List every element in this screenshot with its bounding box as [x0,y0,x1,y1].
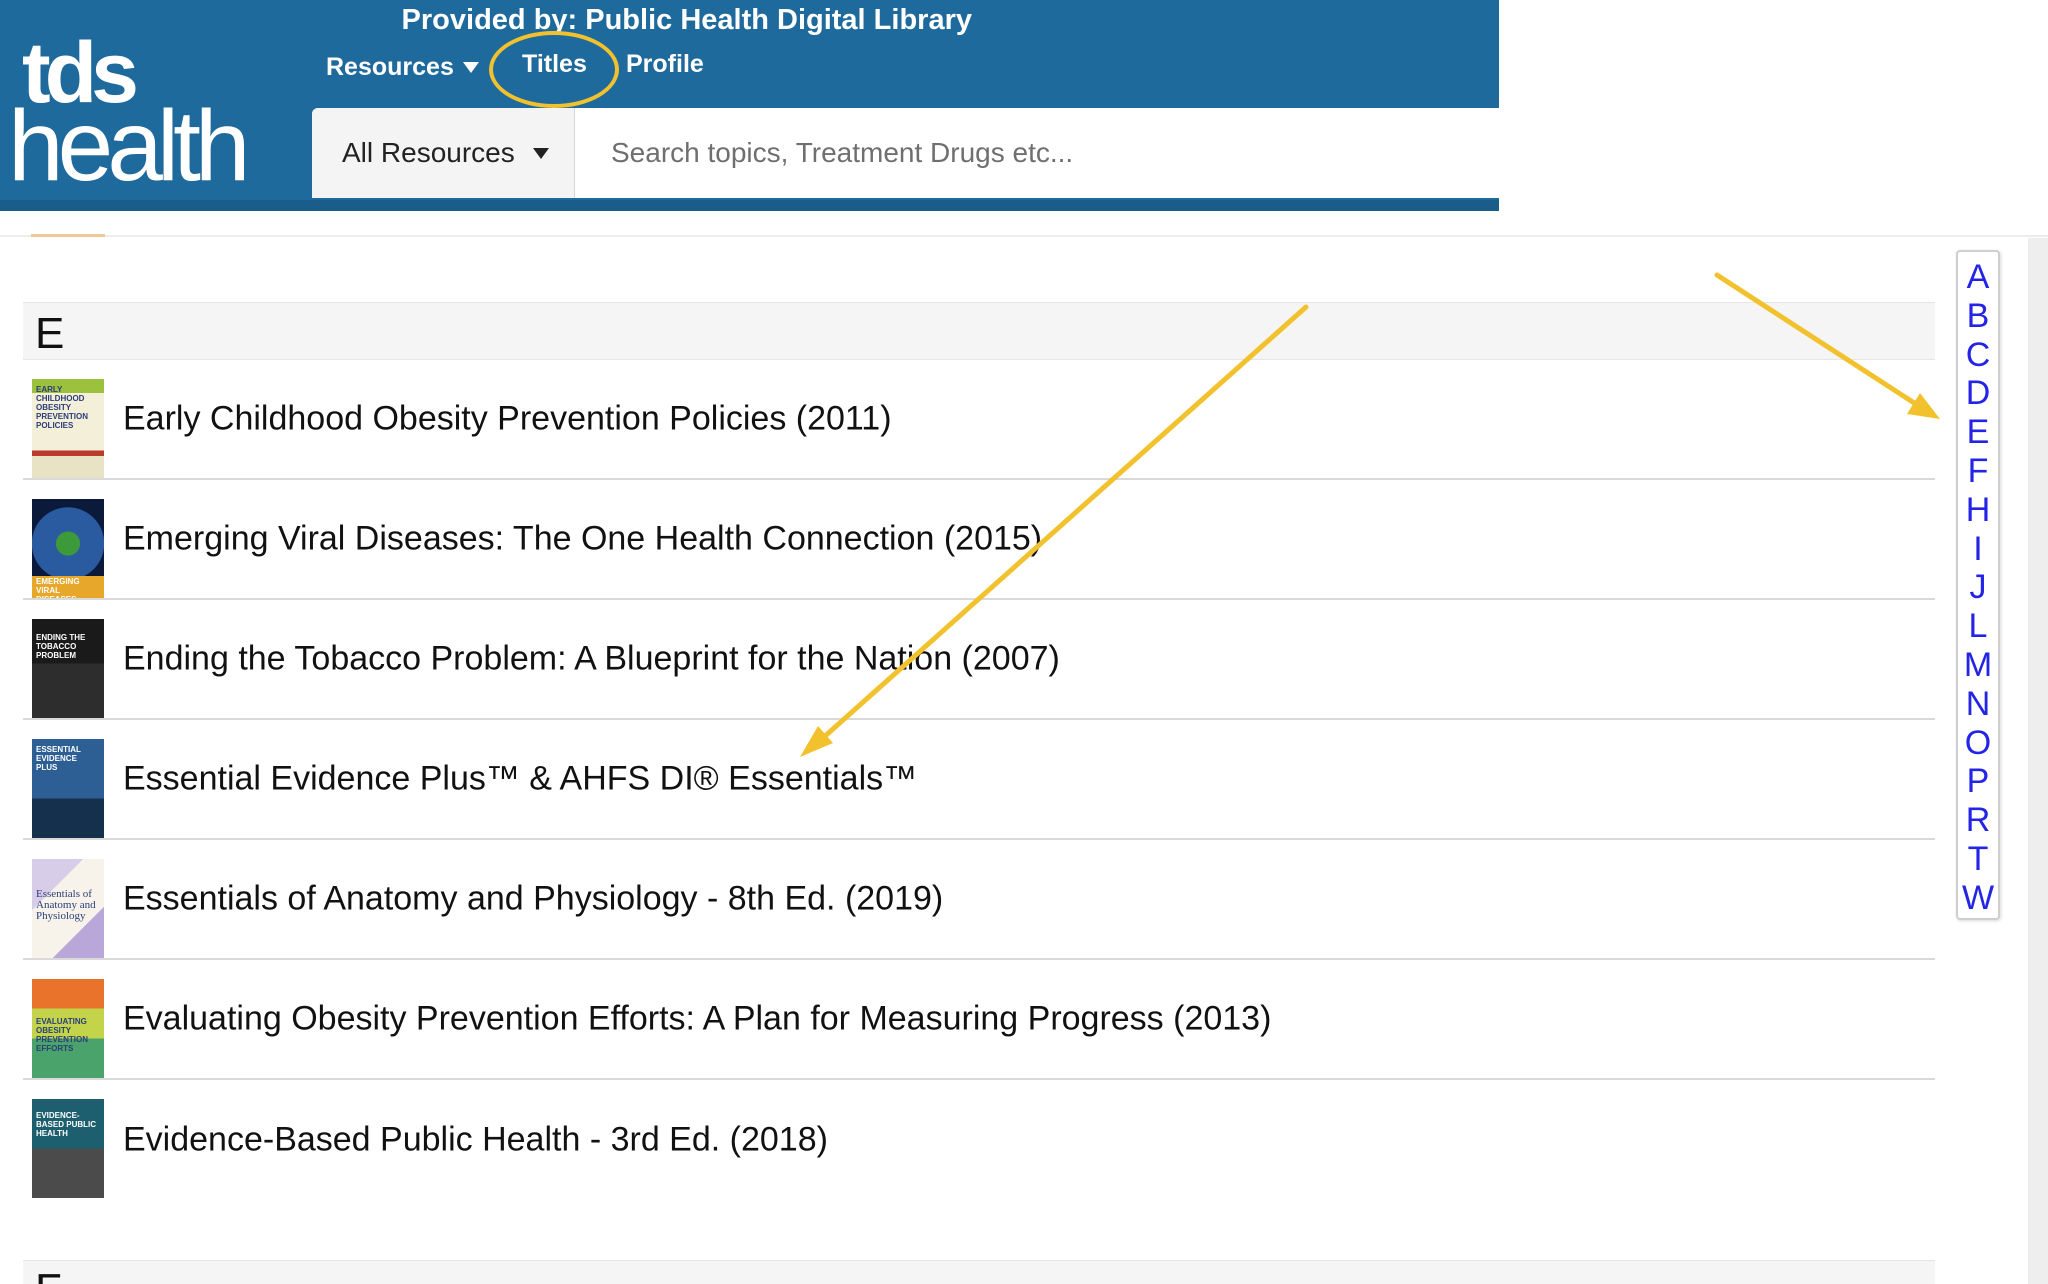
previous-item-accent [31,234,105,237]
title-link[interactable]: Essential Evidence Plus™ & AHFS DI® Esse… [123,760,917,799]
titles-highlight-circle [489,31,619,108]
cover-text: EVALUATING OBESITY PREVENTION EFFORTS [36,1017,89,1053]
header-bottom-rule [0,200,1499,211]
search-bar: All Resources [312,108,1499,198]
title-row[interactable]: EMERGING VIRAL DISEASES Emerging Viral D… [23,480,1935,600]
alpha-link[interactable]: F [1968,452,1989,491]
scrollbar-track[interactable] [2028,238,2048,1284]
title-link[interactable]: Evidence-Based Public Health - 3rd Ed. (… [123,1121,828,1160]
chevron-down-icon [532,147,549,159]
header-divider [0,235,2048,237]
title-row[interactable]: Essentials of Anatomy and Physiology Ess… [23,840,1935,960]
tds-health-logo[interactable]: tds health [8,26,258,196]
title-row[interactable]: ESSENTIAL EVIDENCE PLUS Essential Eviden… [23,720,1935,840]
title-link[interactable]: Essentials of Anatomy and Physiology - 8… [123,880,943,919]
cover-text: ESSENTIAL EVIDENCE PLUS [36,745,81,772]
alpha-link[interactable]: B [1967,297,1990,336]
book-cover-thumbnail[interactable]: EMERGING VIRAL DISEASES [32,499,104,598]
cover-text: EARLY CHILDHOOD OBESITY PREVENTION POLIC… [36,385,89,430]
alpha-link[interactable]: H [1966,491,1991,530]
title-row[interactable]: EARLY CHILDHOOD OBESITY PREVENTION POLIC… [23,360,1935,480]
book-cover-thumbnail[interactable]: EVALUATING OBESITY PREVENTION EFFORTS [32,979,104,1078]
site-header: tds health Provided by: Public Health Di… [0,0,1499,211]
title-link[interactable]: Ending the Tobacco Problem: A Blueprint … [123,640,1060,679]
alpha-link[interactable]: D [1966,374,1991,413]
nav-resources-label: Resources [326,52,454,81]
title-row[interactable]: EVALUATING OBESITY PREVENTION EFFORTS Ev… [23,960,1935,1080]
nav-resources-menu[interactable]: Resources [326,53,479,82]
provided-by-label: Provided by: Public Health Digital Libra… [401,4,972,36]
section-letter: E [35,309,65,358]
book-cover-thumbnail[interactable]: EVIDENCE-BASED PUBLIC HEALTH [32,1099,104,1198]
alpha-link[interactable]: I [1973,530,1982,569]
alpha-link[interactable]: A [1967,258,1990,297]
alpha-link[interactable]: J [1970,568,1987,607]
title-link[interactable]: Emerging Viral Diseases: The One Health … [123,520,1042,559]
alpha-link[interactable]: O [1965,724,1991,763]
title-link[interactable]: Early Childhood Obesity Prevention Polic… [123,400,892,439]
main-nav: Resources Titles Profile [326,50,704,84]
cover-text: ENDING THE TOBACCO PROBLEM [36,633,86,660]
title-link[interactable]: Evaluating Obesity Prevention Efforts: A… [123,1000,1271,1039]
alpha-link[interactable]: T [1968,840,1989,879]
book-cover-thumbnail[interactable]: ENDING THE TOBACCO PROBLEM [32,619,104,718]
book-cover-thumbnail[interactable]: Essentials of Anatomy and Physiology [32,859,104,958]
scope-label: All Resources [342,137,515,168]
cover-text: Essentials of Anatomy and Physiology [36,888,96,922]
section-header-e: E [23,302,1935,360]
alpha-link[interactable]: P [1967,762,1990,801]
title-row[interactable]: ENDING THE TOBACCO PROBLEM Ending the To… [23,600,1935,720]
cover-text: EVIDENCE-BASED PUBLIC HEALTH [36,1111,97,1138]
resource-scope-dropdown[interactable]: All Resources [312,108,575,198]
search-input[interactable] [576,108,1476,198]
logo-text-health: health [8,90,250,202]
alpha-link[interactable]: R [1966,801,1991,840]
alpha-link[interactable]: M [1964,646,1992,685]
cover-text: EMERGING VIRAL DISEASES [36,577,80,598]
nav-profile-link[interactable]: Profile [626,50,704,79]
alpha-link[interactable]: E [1967,413,1990,452]
section-letter: F [35,1265,62,1284]
book-cover-thumbnail[interactable]: EARLY CHILDHOOD OBESITY PREVENTION POLIC… [32,379,104,478]
title-row[interactable]: EVIDENCE-BASED PUBLIC HEALTH Evidence-Ba… [23,1080,1935,1200]
alphabet-index: A B C D E F H I J L M N O P R T W [1956,250,2000,920]
chevron-down-icon [462,61,479,73]
book-cover-thumbnail[interactable]: ESSENTIAL EVIDENCE PLUS [32,739,104,838]
alpha-link[interactable]: W [1962,879,1994,918]
alpha-link[interactable]: L [1969,607,1988,646]
section-header-f: F [23,1260,1935,1284]
alpha-link[interactable]: N [1966,685,1991,724]
alpha-link[interactable]: C [1966,336,1991,375]
